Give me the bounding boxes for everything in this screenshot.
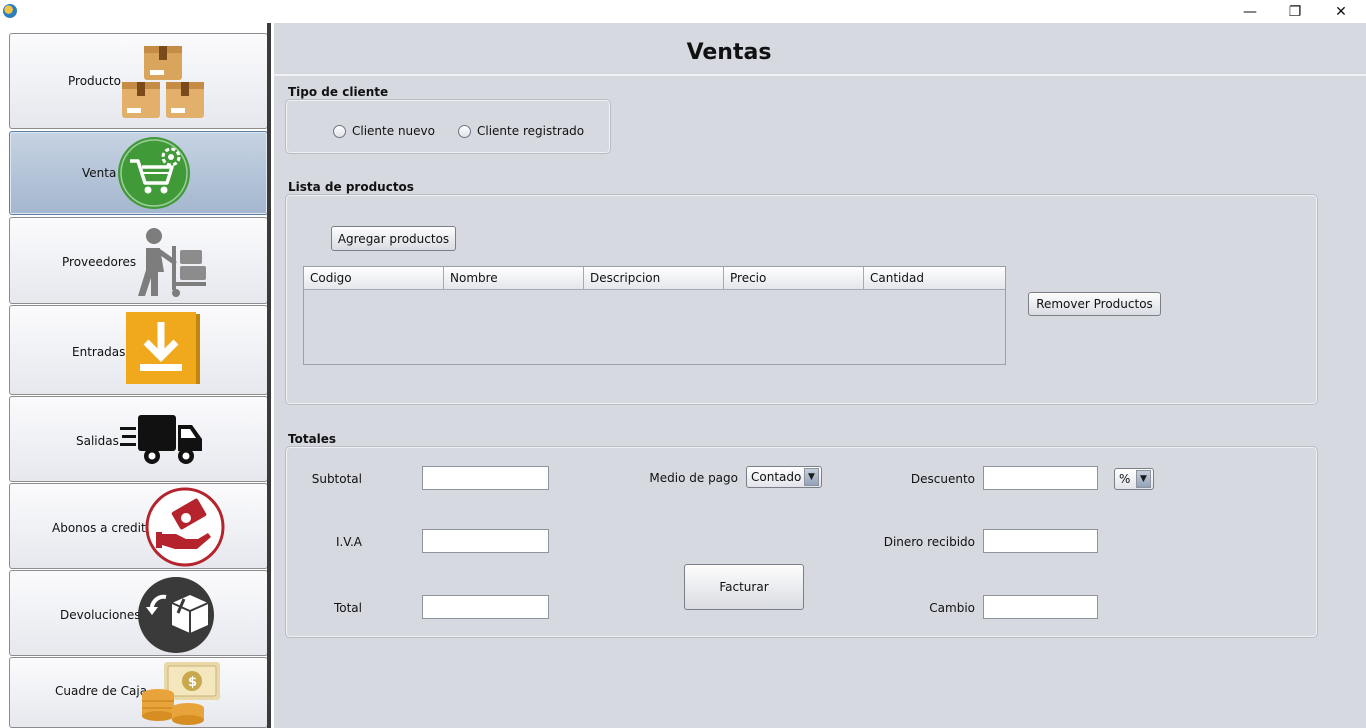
radio-label: Cliente nuevo <box>352 124 435 138</box>
title-bar: — ❐ ✕ <box>0 0 1366 23</box>
tipo-cliente-label: Tipo de cliente <box>288 85 389 99</box>
descuento-unit-value: % <box>1119 472 1131 486</box>
total-input[interactable] <box>422 595 549 619</box>
close-button[interactable]: ✕ <box>1318 0 1364 23</box>
radio-circle[interactable] <box>333 124 346 138</box>
chevron-down-icon[interactable]: ▼ <box>804 468 819 486</box>
minimize-button[interactable]: — <box>1227 0 1273 23</box>
radio-label: Cliente registrado <box>477 124 585 138</box>
medio-pago-label: Medio de pago <box>649 471 738 485</box>
sidebar-item-label: Salidas <box>76 434 119 448</box>
chevron-down-icon[interactable]: ▼ <box>1136 470 1151 488</box>
descuento-label: Descuento <box>910 472 975 486</box>
sidebar-item-cuadre-caja[interactable]: Cuadre de Caja $ <box>9 657 268 728</box>
total-label: Total <box>333 601 362 615</box>
descuento-input[interactable] <box>983 466 1098 490</box>
sidebar-item-label: Abonos a credito <box>52 521 153 535</box>
sidebar-item-salidas[interactable]: Salidas <box>9 396 268 482</box>
medio-pago-select[interactable]: Contado ▼ <box>746 466 822 488</box>
boxes-icon <box>122 46 204 118</box>
hand-money-icon <box>145 487 225 567</box>
iva-input[interactable] <box>422 529 549 553</box>
delivery-person-icon <box>138 228 206 297</box>
descuento-unit-select[interactable]: % ▼ <box>1114 468 1154 490</box>
sidebar: Producto Venta Proveedores Entradas Sali… <box>0 23 274 728</box>
tipo-cliente-group: Cliente nuevo Cliente registrado <box>285 99 611 154</box>
column-header-nombre[interactable]: Nombre <box>444 267 584 289</box>
table-header: Codigo Nombre Descripcion Precio Cantida… <box>304 267 1005 290</box>
truck-icon <box>120 415 202 464</box>
remover-productos-button[interactable]: Remover Productos <box>1028 292 1161 316</box>
radio-cliente-registrado[interactable]: Cliente registrado <box>458 124 584 138</box>
sidebar-item-venta[interactable]: Venta <box>9 131 268 215</box>
maximize-button[interactable]: ❐ <box>1272 0 1318 23</box>
column-header-cantidad[interactable]: Cantidad <box>864 267 1005 289</box>
dinero-recibido-label: Dinero recibido <box>883 535 975 549</box>
sidebar-item-label: Proveedores <box>62 255 137 269</box>
cambio-label: Cambio <box>929 601 975 615</box>
radio-cliente-nuevo[interactable]: Cliente nuevo <box>333 124 435 138</box>
subtotal-label: Subtotal <box>311 472 362 486</box>
cambio-input[interactable] <box>983 595 1098 619</box>
sidebar-item-entradas[interactable]: Entradas <box>9 305 268 395</box>
sidebar-item-label: Entradas <box>72 345 126 359</box>
sidebar-item-label: Devoluciones <box>60 608 141 622</box>
medio-pago-value: Contado <box>751 470 802 484</box>
sidebar-item-label: Cuadre de Caja <box>55 684 148 698</box>
shopping-cart-icon <box>118 137 190 209</box>
subtotal-input[interactable] <box>422 466 549 490</box>
totales-label: Totales <box>288 432 337 446</box>
box-return-icon <box>138 577 214 653</box>
column-header-precio[interactable]: Precio <box>724 267 864 289</box>
main-panel: Ventas Tipo de cliente Cliente nuevo Cli… <box>274 23 1366 728</box>
lista-productos-label: Lista de productos <box>288 180 414 194</box>
facturar-button[interactable]: Facturar <box>684 564 804 610</box>
sidebar-item-abonos-credito[interactable]: Abonos a credito <box>9 483 268 569</box>
page-title: Ventas <box>686 40 772 65</box>
sidebar-item-label: Producto <box>68 74 121 88</box>
radio-circle[interactable] <box>458 124 471 138</box>
sidebar-item-label: Venta <box>82 166 117 180</box>
sidebar-item-proveedores[interactable]: Proveedores <box>9 217 268 304</box>
app-icon <box>3 4 17 18</box>
download-icon <box>126 312 200 384</box>
iva-label: I.V.A <box>335 535 362 549</box>
title-divider <box>274 74 1366 76</box>
sidebar-item-producto[interactable]: Producto <box>9 33 268 129</box>
cash-coins-icon: $ <box>142 662 220 725</box>
agregar-productos-button[interactable]: Agregar productos <box>331 226 456 251</box>
sidebar-item-devoluciones[interactable]: Devoluciones <box>9 570 268 656</box>
dinero-recibido-input[interactable] <box>983 529 1098 553</box>
productos-table[interactable]: Codigo Nombre Descripcion Precio Cantida… <box>303 266 1006 365</box>
column-header-descripcion[interactable]: Descripcion <box>584 267 724 289</box>
svg-text:$: $ <box>188 675 197 690</box>
column-header-codigo[interactable]: Codigo <box>304 267 444 289</box>
